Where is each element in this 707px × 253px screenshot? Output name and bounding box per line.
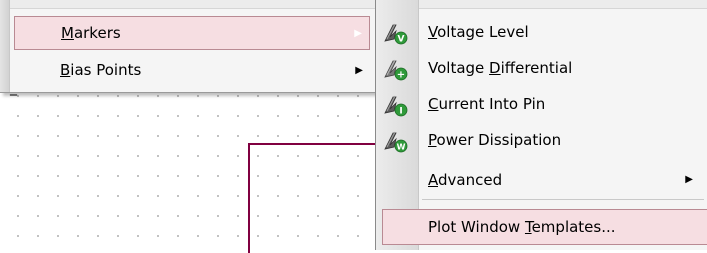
wire-horizontal[interactable] [248, 143, 376, 145]
submenu-item-plot-window-templates-label: Plot Window Templates... [428, 218, 616, 236]
submenu-top-edge [376, 0, 707, 9]
submenu-arrow-icon: ▶ [355, 65, 363, 76]
submenu-item-power-dissipation-label: Power Dissipation [428, 131, 562, 149]
submenu-item-current-into-pin[interactable]: I Current Into Pin [377, 87, 707, 123]
menu-top-edge [0, 0, 375, 9]
current-into-pin-marker-icon: I [384, 95, 408, 117]
wire-vertical[interactable] [248, 143, 250, 253]
menu-item-bias-points-label: Bias Points [60, 61, 142, 79]
submenu-arrow-icon: ▶ [685, 174, 693, 185]
submenu-item-advanced-label: Advanced [428, 171, 503, 189]
submenu-item-voltage-level-label: Voltage Level [428, 23, 529, 41]
submenu-item-plot-window-templates[interactable]: Plot Window Templates... [382, 209, 707, 245]
context-menu: Markers ▶ Bias Points ▶ [0, 0, 376, 93]
submenu-arrow-icon: ▶ [354, 28, 362, 39]
menu-icon-gutter [0, 0, 10, 92]
voltage-level-marker-icon: V [384, 23, 408, 45]
submenu-item-voltage-differential-label: Voltage Differential [428, 59, 573, 77]
voltage-differential-marker-icon: + [384, 59, 408, 81]
markers-submenu: V Voltage Level + Voltage Differential I… [375, 0, 707, 250]
submenu-item-advanced[interactable]: Advanced ▶ [377, 163, 707, 199]
submenu-item-power-dissipation[interactable]: W Power Dissipation [377, 123, 707, 159]
power-dissipation-marker-icon: W [384, 131, 408, 153]
submenu-item-current-into-pin-label: Current Into Pin [428, 95, 546, 113]
svg-text:I: I [399, 107, 402, 117]
svg-text:+: + [397, 70, 405, 81]
menu-item-bias-points[interactable]: Bias Points ▶ [14, 54, 370, 88]
menu-separator [422, 199, 704, 200]
submenu-item-voltage-level[interactable]: V Voltage Level [377, 15, 707, 51]
menu-item-markers[interactable]: Markers ▶ [14, 16, 370, 50]
svg-text:W: W [397, 143, 406, 152]
menu-item-markers-label: Markers [61, 24, 121, 42]
submenu-item-voltage-differential[interactable]: + Voltage Differential [377, 51, 707, 87]
svg-text:V: V [398, 35, 405, 45]
